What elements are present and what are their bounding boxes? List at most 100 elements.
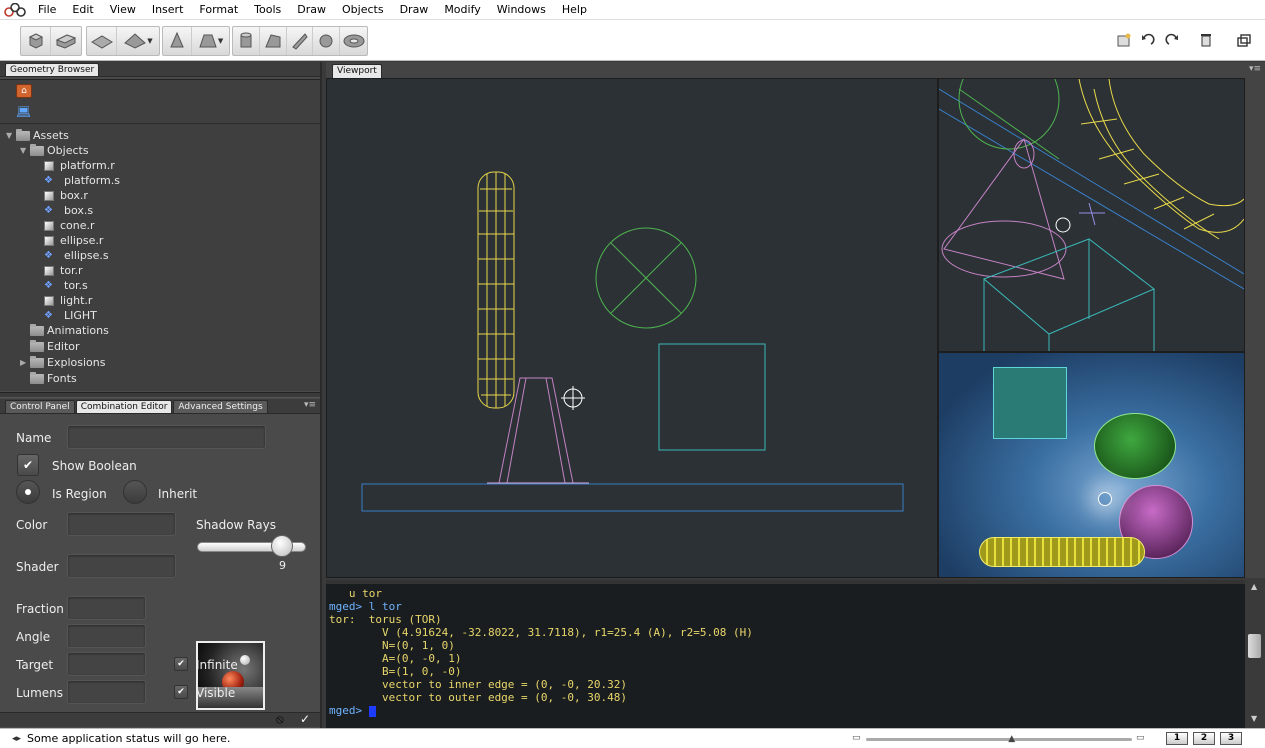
- tree-label: box.s: [64, 204, 94, 217]
- fraction-field[interactable]: [67, 596, 146, 620]
- inherit-radio[interactable]: [123, 480, 147, 504]
- tab-combination-editor[interactable]: Combination Editor: [75, 400, 173, 413]
- console-scrollbar[interactable]: ▲ ▼: [1245, 580, 1265, 728]
- cursor: [368, 705, 376, 717]
- visible-checkbox[interactable]: ✔: [174, 685, 188, 699]
- layout-button-2[interactable]: 2: [1193, 732, 1215, 745]
- arb6-primitive-button[interactable]: [287, 27, 314, 55]
- tree-folder[interactable]: ▼ Objects: [20, 143, 89, 158]
- shadow-rays-slider-handle[interactable]: [271, 535, 294, 557]
- expand-arrow-icon[interactable]: ▼: [20, 146, 30, 155]
- menu-modify[interactable]: Modify: [436, 0, 488, 20]
- mged-console[interactable]: u tor mged> l tor tor: torus (TOR) V (4.91…: [326, 580, 1245, 728]
- tree-label: cone.r: [60, 219, 95, 232]
- cone-primitive-button[interactable]: [163, 27, 193, 55]
- viewport-main[interactable]: [326, 78, 938, 578]
- show-boolean-checkbox[interactable]: ✔: [17, 454, 39, 476]
- tab-control-panel[interactable]: Control Panel: [5, 400, 75, 413]
- tree-item[interactable]: ellipse.r: [44, 233, 103, 248]
- tree-item[interactable]: tor.r: [44, 263, 83, 278]
- menu-draw[interactable]: Draw: [392, 0, 437, 20]
- menu-bar: File Edit View Insert Format Tools Draw Objects…: [0, 0, 1265, 20]
- is-region-radio[interactable]: [16, 480, 40, 504]
- panel-menu-icon[interactable]: ▾≡: [304, 400, 316, 410]
- solid-icon: ❖: [44, 279, 53, 291]
- box-primitive-button[interactable]: [21, 27, 51, 55]
- tree-label: Objects: [47, 144, 89, 157]
- expand-arrow-icon[interactable]: ▼: [6, 131, 16, 140]
- menu-format[interactable]: Format: [191, 0, 246, 20]
- layout-button-3[interactable]: 3: [1220, 732, 1242, 745]
- tab-viewport[interactable]: Viewport: [332, 64, 382, 78]
- tree-item[interactable]: cone.r: [44, 218, 95, 233]
- tree-item[interactable]: box.r: [44, 188, 88, 203]
- app-logo-icon[interactable]: [0, 0, 30, 20]
- new-document-icon[interactable]: [1114, 30, 1134, 50]
- folder-icon: [30, 355, 44, 368]
- menu-objects[interactable]: Objects: [334, 0, 392, 20]
- computer-icon[interactable]: 💻︎: [16, 106, 32, 118]
- cancel-icon[interactable]: ⦸: [276, 712, 284, 727]
- layout-button-1[interactable]: 1: [1166, 732, 1188, 745]
- arb8-primitive-button[interactable]: [87, 27, 117, 55]
- tree-item[interactable]: ❖ ellipse.s: [44, 248, 109, 263]
- tree-folder[interactable]: Animations: [20, 323, 109, 338]
- home-icon[interactable]: ⌂: [16, 84, 32, 98]
- wedge-primitive-button[interactable]: [260, 27, 287, 55]
- tree-item[interactable]: platform.r: [44, 158, 115, 173]
- infinite-checkbox[interactable]: ✔: [174, 657, 188, 671]
- menu-edit[interactable]: Edit: [64, 0, 101, 20]
- shader-field[interactable]: [67, 554, 176, 578]
- tree-item[interactable]: ❖ box.s: [44, 203, 93, 218]
- viewport-scrollbar[interactable]: [1245, 78, 1265, 578]
- menu-help[interactable]: Help: [554, 0, 595, 20]
- rpp-primitive-button[interactable]: [51, 27, 81, 55]
- lumens-field[interactable]: [67, 680, 146, 704]
- console-prompt: mged>: [329, 704, 363, 717]
- viewport-rendered[interactable]: [938, 352, 1245, 578]
- undo-icon[interactable]: [1138, 30, 1158, 50]
- tree-folder[interactable]: Fonts: [20, 371, 77, 386]
- zoom-out-icon[interactable]: ▭: [852, 733, 861, 743]
- cone-dropdown-button[interactable]: ▼: [192, 27, 229, 55]
- menu-insert[interactable]: Insert: [144, 0, 192, 20]
- region-icon: [44, 190, 54, 201]
- tree-item[interactable]: ❖ tor.s: [44, 278, 88, 293]
- zoom-slider-handle[interactable]: ▲: [1008, 734, 1015, 744]
- tree-folder[interactable]: ▶ Explosions: [20, 355, 105, 370]
- tree-label: platform.r: [60, 159, 115, 172]
- trash-icon[interactable]: [1196, 30, 1216, 50]
- target-field[interactable]: [67, 652, 146, 676]
- arb-dropdown-button[interactable]: ▼: [117, 27, 159, 55]
- cylinder-primitive-button[interactable]: [233, 27, 260, 55]
- apply-check-icon[interactable]: ✓: [300, 712, 310, 726]
- menu-view[interactable]: View: [102, 0, 144, 20]
- viewport-menu-icon[interactable]: ▾≡: [1249, 64, 1261, 74]
- torus-primitive-button[interactable]: [340, 27, 367, 55]
- tab-geometry-browser[interactable]: Geometry Browser: [5, 63, 100, 76]
- menu-windows[interactable]: Windows: [489, 0, 554, 20]
- menu-tools[interactable]: Tools: [246, 0, 289, 20]
- color-field[interactable]: [67, 512, 176, 536]
- tree-item[interactable]: light.r: [44, 293, 92, 308]
- tree-item[interactable]: ❖ platform.s: [44, 173, 120, 188]
- menu-file[interactable]: File: [30, 0, 64, 20]
- window-restore-icon[interactable]: [1234, 30, 1254, 50]
- region-icon: [44, 295, 54, 306]
- tab-advanced-settings[interactable]: Advanced Settings: [173, 400, 268, 413]
- viewport-perspective[interactable]: [938, 78, 1245, 352]
- zoom-in-icon[interactable]: ▭: [1136, 733, 1145, 743]
- resize-arrows-icon[interactable]: ◂▸: [12, 734, 21, 744]
- redo-icon[interactable]: [1162, 30, 1182, 50]
- sphere-primitive-button[interactable]: [313, 27, 341, 55]
- panel-splitter[interactable]: [0, 392, 320, 398]
- zoom-slider[interactable]: [866, 738, 1132, 741]
- menu-draw[interactable]: Draw: [289, 0, 334, 20]
- tree-folder[interactable]: Editor: [20, 339, 80, 354]
- name-field[interactable]: [67, 425, 266, 449]
- geometry-tree: ⌂ 💻︎ ▼ Assets ▼ Objects platform.r ❖ platform.…: [0, 79, 320, 391]
- tree-item[interactable]: ❖ LIGHT: [44, 308, 97, 323]
- angle-field[interactable]: [67, 624, 146, 648]
- tree-folder[interactable]: ▼ Assets: [6, 128, 69, 143]
- collapse-arrow-icon[interactable]: ▶: [20, 358, 30, 367]
